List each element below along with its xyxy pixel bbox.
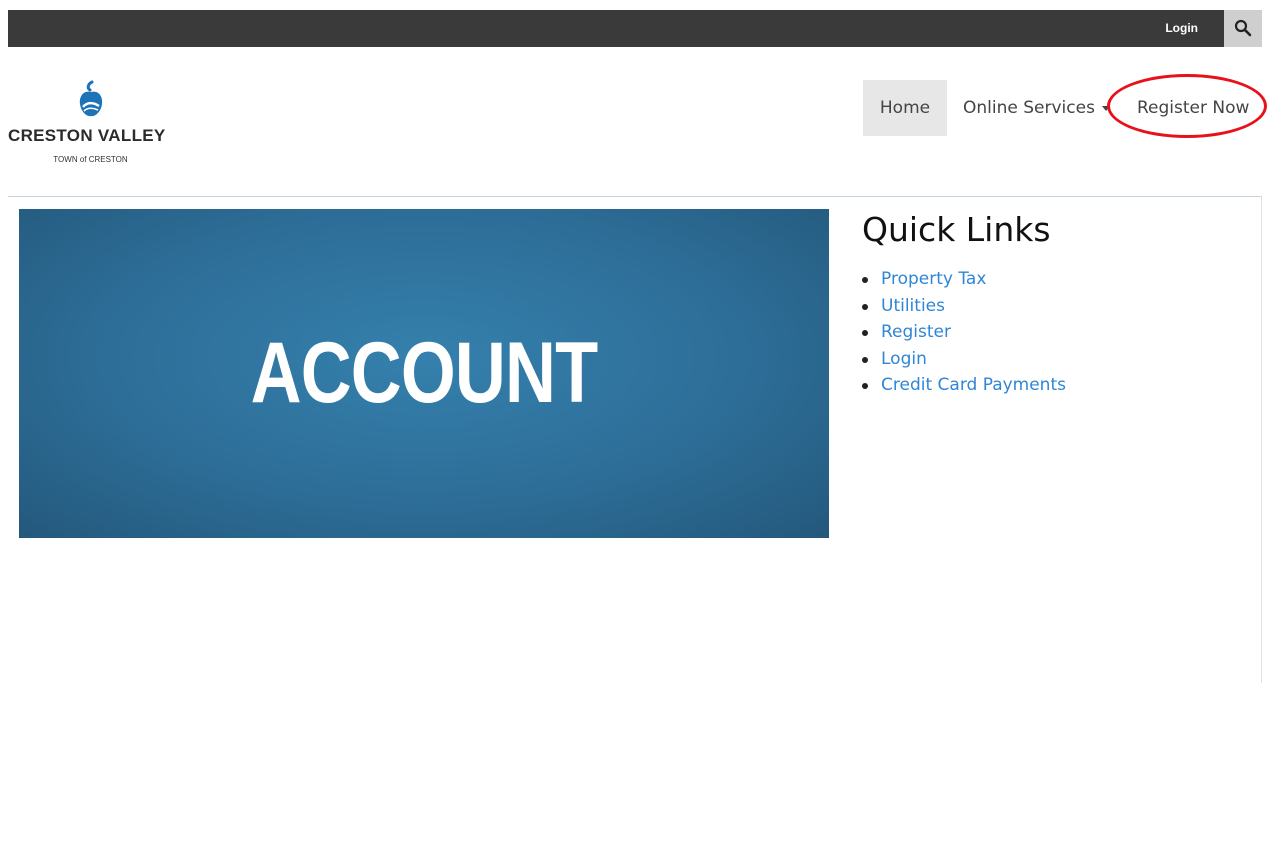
logo-subtitle: TOWN of CRESTON (53, 155, 128, 164)
top-login-link[interactable]: Login (1165, 10, 1198, 47)
banner-text: ACCOUNT SERVICES (249, 325, 600, 750)
header-divider (8, 196, 1262, 197)
list-item: Utilities (862, 293, 1066, 320)
quick-link-login[interactable]: Login (881, 349, 927, 369)
nav-home[interactable]: Home (863, 80, 947, 136)
quick-link-utilities[interactable]: Utilities (881, 296, 945, 316)
nav-home-label: Home (879, 98, 931, 118)
quick-link-register[interactable]: Register (881, 322, 951, 342)
nav-register-now[interactable]: Register Now (1137, 80, 1249, 136)
quick-link-credit-card-payments[interactable]: Credit Card Payments (881, 375, 1066, 395)
top-bar: Login (8, 10, 1262, 47)
quick-links-list: Property Tax Utilities Register Login Cr… (862, 266, 1066, 399)
account-services-banner: ACCOUNT SERVICES (19, 209, 829, 750)
caret-down-icon (1101, 105, 1110, 111)
search-icon (1234, 19, 1252, 37)
page-right-edge (1261, 197, 1262, 683)
quick-link-property-tax[interactable]: Property Tax (881, 269, 986, 289)
list-item: Login (862, 346, 1066, 373)
list-item: Property Tax (862, 266, 1066, 293)
apple-logo-icon (79, 80, 103, 117)
nav-online-services[interactable]: Online Services (963, 80, 1110, 136)
site-logo[interactable]: CRESTON VALLEY TOWN of CRESTON (8, 78, 173, 168)
nav-online-services-label: Online Services (963, 98, 1095, 118)
list-item: Register (862, 319, 1066, 346)
nav-register-label: Register Now (1137, 98, 1250, 118)
search-button[interactable] (1224, 10, 1262, 47)
logo-title: CRESTON VALLEY (8, 126, 166, 145)
quick-links-title: Quick Links (862, 210, 1051, 249)
list-item: Credit Card Payments (862, 372, 1066, 399)
